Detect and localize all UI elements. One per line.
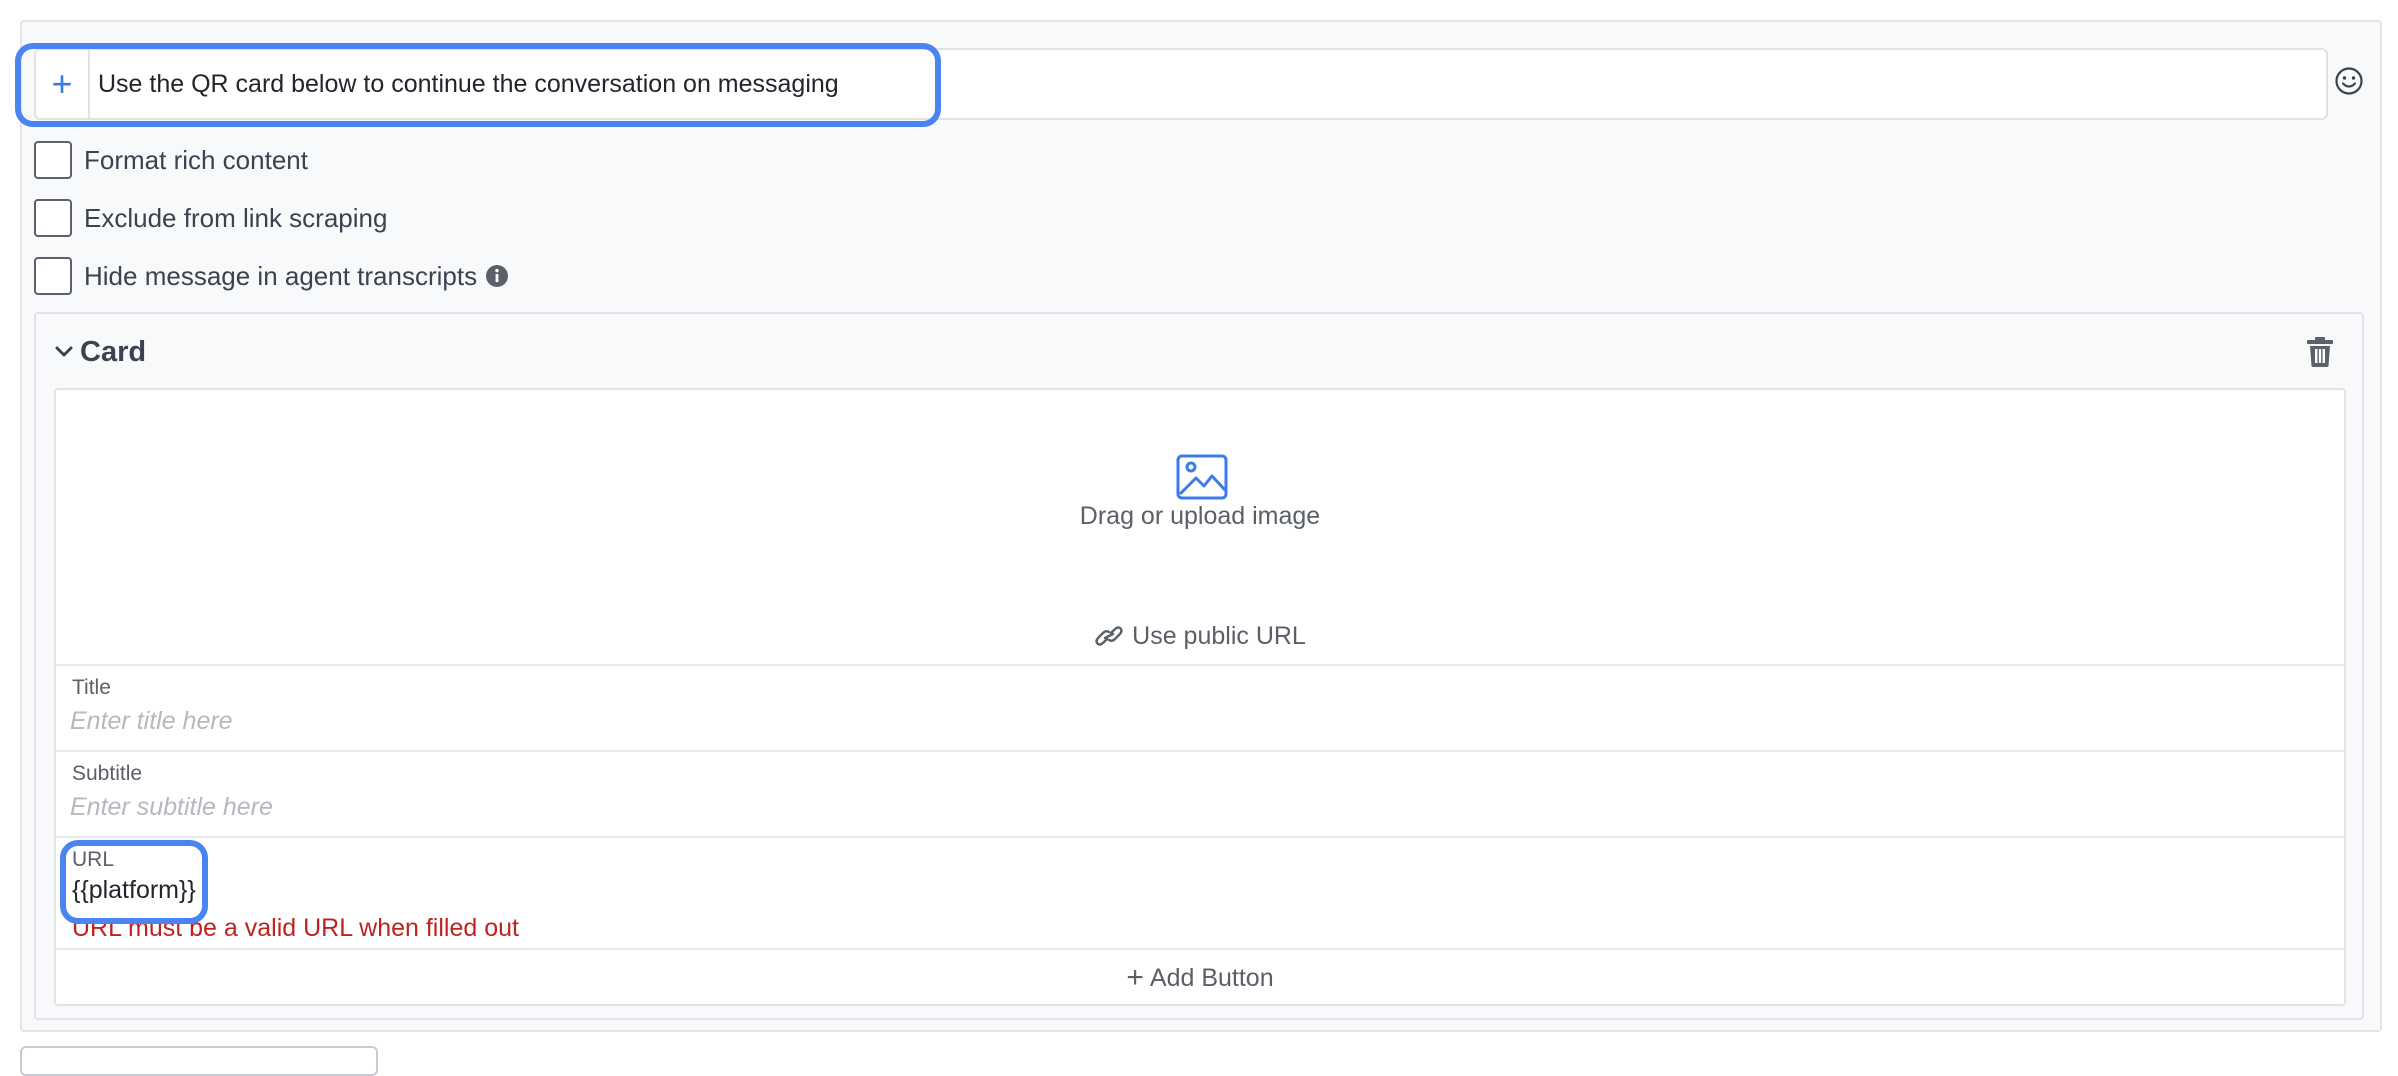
info-icon[interactable]: [485, 264, 509, 288]
card-content: Drag or upload image Use public URL Titl…: [54, 388, 2346, 1006]
highlight-url-value: [60, 840, 208, 924]
hide-in-transcripts-checkbox[interactable]: [34, 257, 72, 295]
subtitle-field-label: Subtitle: [72, 762, 143, 785]
title-field: Title: [56, 664, 2344, 750]
card-title: Card: [80, 335, 147, 368]
exclude-link-scraping-checkbox[interactable]: [34, 199, 72, 237]
option-hide-in-transcripts: Hide message in agent transcripts: [34, 256, 509, 296]
link-icon: [1095, 626, 1123, 646]
option-exclude-link-scraping: Exclude from link scraping: [34, 198, 387, 238]
url-field: URL {{platform}} URL must be a valid URL…: [56, 836, 2344, 948]
chevron-down-icon: [55, 346, 73, 357]
exclude-link-scraping-label: Exclude from link scraping: [84, 202, 388, 233]
format-rich-content-label: Format rich content: [84, 144, 308, 175]
image-icon: [1176, 454, 1228, 500]
highlight-message-text: [15, 43, 941, 127]
format-rich-content-checkbox[interactable]: [34, 141, 72, 179]
title-field-label: Title: [72, 676, 111, 699]
hide-in-transcripts-label: Hide message in agent transcripts: [84, 260, 478, 291]
plus-icon: +: [1126, 961, 1144, 994]
subtitle-field: Subtitle: [56, 750, 2344, 836]
upload-image-label: Drag or upload image: [1079, 502, 1321, 530]
smile-icon[interactable]: [2334, 66, 2364, 96]
card-collapse-toggle[interactable]: Card: [54, 332, 146, 372]
subtitle-input[interactable]: [70, 790, 2320, 824]
card-panel: Card Drag or upload image Use public URL: [34, 312, 2364, 1020]
option-format-rich-content: Format rich content: [34, 140, 308, 180]
bottom-control[interactable]: [20, 1046, 378, 1076]
add-button-label: Add Button: [1149, 963, 1274, 992]
title-input[interactable]: [70, 704, 2320, 738]
use-public-url-label: Use public URL: [1132, 621, 1306, 650]
add-button[interactable]: + Add Button: [56, 948, 2344, 1006]
use-public-url-button[interactable]: Use public URL: [56, 616, 2344, 656]
trash-icon[interactable]: [2306, 336, 2334, 368]
